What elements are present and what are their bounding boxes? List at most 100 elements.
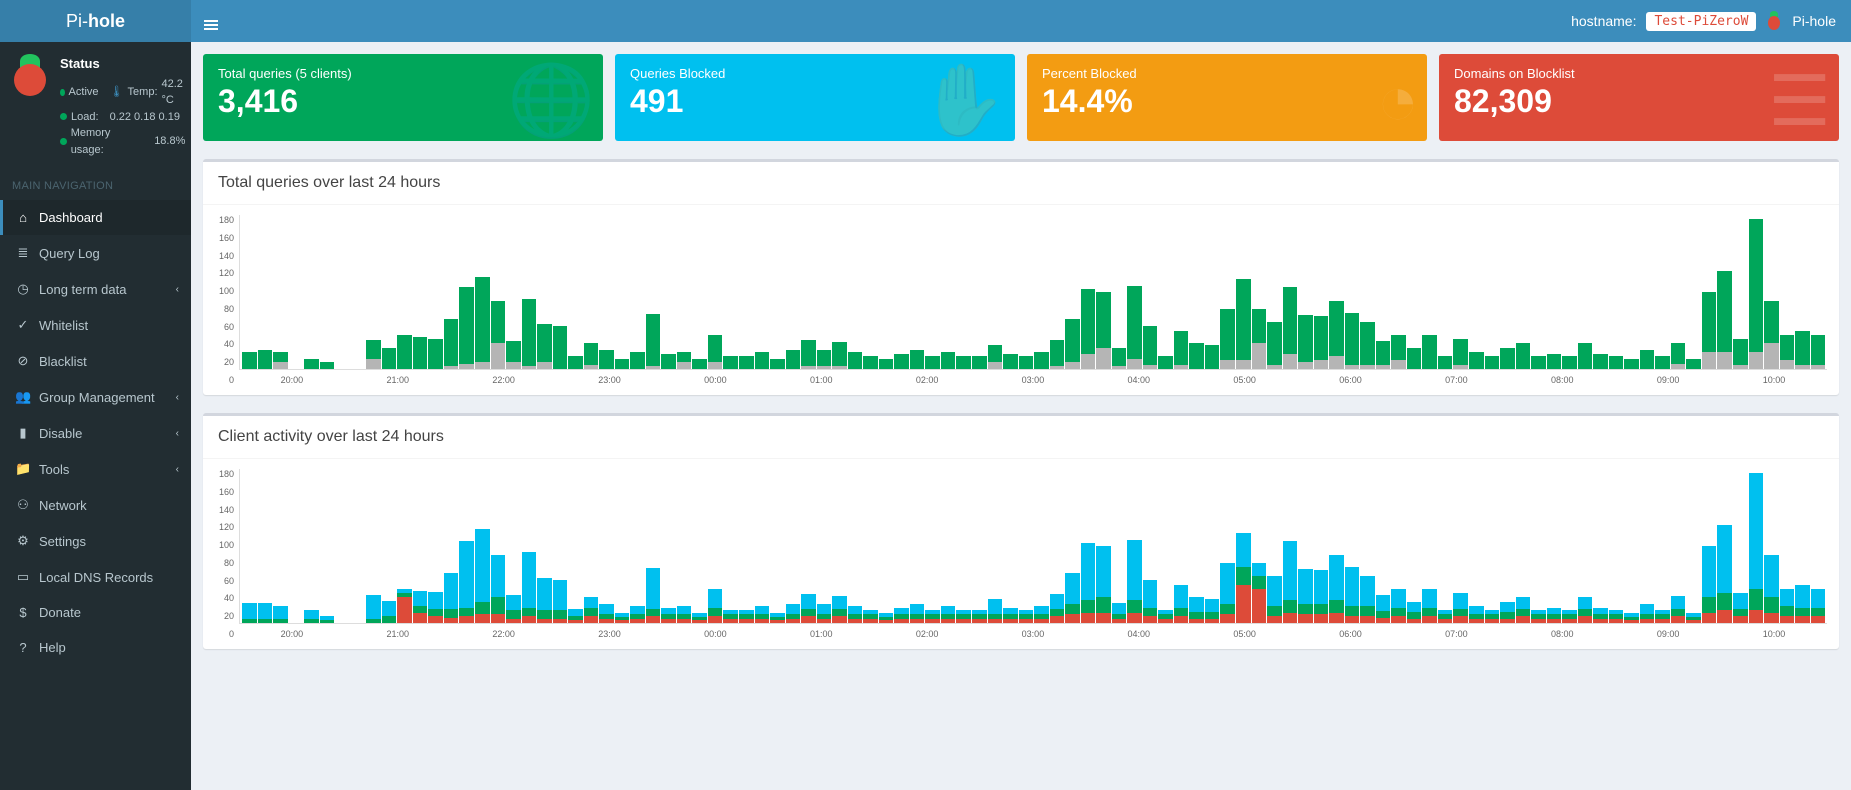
bar[interactable] bbox=[1314, 215, 1329, 369]
bar[interactable] bbox=[537, 469, 552, 623]
bar[interactable] bbox=[755, 469, 770, 623]
bar[interactable] bbox=[770, 469, 785, 623]
bar[interactable] bbox=[1671, 469, 1686, 623]
chart-bars[interactable] bbox=[239, 469, 1827, 624]
bar[interactable] bbox=[894, 469, 909, 623]
bar[interactable] bbox=[739, 469, 754, 623]
bar[interactable] bbox=[1764, 215, 1779, 369]
bar[interactable] bbox=[1143, 215, 1158, 369]
bar[interactable] bbox=[1578, 215, 1593, 369]
bar[interactable] bbox=[568, 215, 583, 369]
bar[interactable] bbox=[522, 469, 537, 623]
bar[interactable] bbox=[1593, 215, 1608, 369]
bar[interactable] bbox=[956, 469, 971, 623]
bar[interactable] bbox=[630, 215, 645, 369]
bar[interactable] bbox=[1283, 469, 1298, 623]
bar[interactable] bbox=[1220, 469, 1235, 623]
bar[interactable] bbox=[863, 215, 878, 369]
bar[interactable] bbox=[1795, 469, 1810, 623]
bar[interactable] bbox=[1453, 469, 1468, 623]
bar[interactable] bbox=[491, 469, 506, 623]
bar[interactable] bbox=[1174, 469, 1189, 623]
bar[interactable] bbox=[553, 469, 568, 623]
sidebar-item-tools[interactable]: 📁Tools‹ bbox=[0, 451, 191, 487]
bar[interactable] bbox=[1360, 215, 1375, 369]
sidebar-item-blacklist[interactable]: ⊘Blacklist bbox=[0, 343, 191, 379]
bar[interactable] bbox=[1624, 469, 1639, 623]
bar[interactable] bbox=[1438, 469, 1453, 623]
bar[interactable] bbox=[459, 469, 474, 623]
bar[interactable] bbox=[677, 215, 692, 369]
bar[interactable] bbox=[351, 215, 366, 369]
bar[interactable] bbox=[584, 215, 599, 369]
bar[interactable] bbox=[1671, 215, 1686, 369]
bar[interactable] bbox=[1298, 215, 1313, 369]
bar[interactable] bbox=[1609, 469, 1624, 623]
bar[interactable] bbox=[1531, 215, 1546, 369]
bar[interactable] bbox=[1547, 215, 1562, 369]
bar[interactable] bbox=[1112, 215, 1127, 369]
bar[interactable] bbox=[1391, 469, 1406, 623]
bar[interactable] bbox=[1717, 215, 1732, 369]
bar[interactable] bbox=[1485, 469, 1500, 623]
bar[interactable] bbox=[801, 215, 816, 369]
bar[interactable] bbox=[1749, 215, 1764, 369]
bar[interactable] bbox=[1422, 215, 1437, 369]
bar[interactable] bbox=[925, 469, 940, 623]
brand-text[interactable]: Pi-hole bbox=[1792, 13, 1836, 29]
bar[interactable] bbox=[304, 215, 319, 369]
bar[interactable] bbox=[397, 215, 412, 369]
bar[interactable] bbox=[661, 469, 676, 623]
sidebar-item-disable[interactable]: ▮Disable‹ bbox=[0, 415, 191, 451]
bar[interactable] bbox=[1081, 215, 1096, 369]
bar[interactable] bbox=[1267, 215, 1282, 369]
bar[interactable] bbox=[677, 469, 692, 623]
sidebar-item-group-management[interactable]: 👥Group Management‹ bbox=[0, 379, 191, 415]
bar[interactable] bbox=[708, 469, 723, 623]
bar[interactable] bbox=[1407, 215, 1422, 369]
bar[interactable] bbox=[568, 469, 583, 623]
bar[interactable] bbox=[506, 215, 521, 369]
bar[interactable] bbox=[1298, 469, 1313, 623]
bar[interactable] bbox=[335, 469, 350, 623]
bar[interactable] bbox=[1702, 215, 1717, 369]
bar[interactable] bbox=[258, 215, 273, 369]
bar[interactable] bbox=[1655, 469, 1670, 623]
bar[interactable] bbox=[1205, 215, 1220, 369]
bar[interactable] bbox=[335, 215, 350, 369]
bar[interactable] bbox=[1329, 469, 1344, 623]
bar[interactable] bbox=[1096, 215, 1111, 369]
bar[interactable] bbox=[1003, 215, 1018, 369]
bar[interactable] bbox=[1749, 469, 1764, 623]
bar[interactable] bbox=[1345, 469, 1360, 623]
bar[interactable] bbox=[428, 215, 443, 369]
bar[interactable] bbox=[242, 215, 257, 369]
bar[interactable] bbox=[273, 469, 288, 623]
bar[interactable] bbox=[1593, 469, 1608, 623]
bar[interactable] bbox=[1624, 215, 1639, 369]
bar[interactable] bbox=[351, 469, 366, 623]
bar[interactable] bbox=[972, 469, 987, 623]
bar[interactable] bbox=[1702, 469, 1717, 623]
bar[interactable] bbox=[1500, 215, 1515, 369]
bar[interactable] bbox=[848, 469, 863, 623]
bar[interactable] bbox=[1655, 215, 1670, 369]
bar[interactable] bbox=[522, 215, 537, 369]
bar[interactable] bbox=[1391, 215, 1406, 369]
bar[interactable] bbox=[304, 469, 319, 623]
sidebar-item-donate[interactable]: $Donate bbox=[0, 595, 191, 630]
sidebar-item-query-log[interactable]: ≣Query Log bbox=[0, 235, 191, 271]
bar[interactable] bbox=[1609, 215, 1624, 369]
bar[interactable] bbox=[1686, 469, 1701, 623]
bar[interactable] bbox=[1019, 215, 1034, 369]
bar[interactable] bbox=[1453, 215, 1468, 369]
bar[interactable] bbox=[584, 469, 599, 623]
bar[interactable] bbox=[1050, 215, 1065, 369]
bar[interactable] bbox=[925, 215, 940, 369]
bar[interactable] bbox=[723, 215, 738, 369]
bar[interactable] bbox=[1811, 215, 1826, 369]
bar[interactable] bbox=[366, 469, 381, 623]
bar[interactable] bbox=[661, 215, 676, 369]
bar[interactable] bbox=[1158, 469, 1173, 623]
bar[interactable] bbox=[615, 469, 630, 623]
